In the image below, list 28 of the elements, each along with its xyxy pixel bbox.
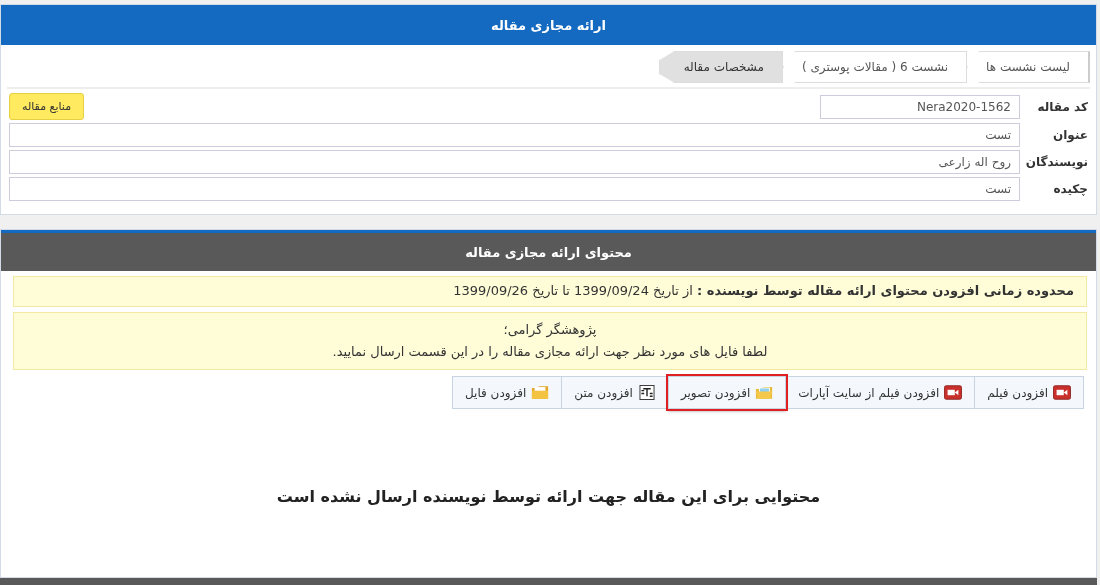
breadcrumb-item[interactable]: لیست نشست ها (967, 51, 1090, 83)
notice-text: لطفا فایل های مورد نظر جهت ارائه مجازی مقاله را در این قسمت ارسال نمایید. (331, 343, 769, 362)
add-button[interactable]: افزودن فیلم از سایت آپارات (785, 376, 976, 409)
breadcrumb-item[interactable]: نشست 6 ( مقالات پوستری ) (782, 51, 968, 83)
breadcrumb-item[interactable]: مشخصات مقاله (658, 51, 783, 83)
date-notice: محدوده زمانی افزودن محتوای ارائه مقاله توسط نویسنده : از تاریخ 1399/09/24 تا تاریخ 1399/09/26 (13, 276, 1087, 307)
text-icon (637, 385, 656, 400)
video-camera-icon (1053, 385, 1071, 400)
folder-icon (531, 385, 550, 400)
panel-title: ارائه مجازی مقاله (491, 17, 606, 33)
empty-message: محتوایی برای این مقاله جهت ارائه توسط نویسنده ارسال نشده است (275, 487, 822, 506)
add-button[interactable]: افزودن فایل (452, 376, 563, 409)
input-field[interactable]: Nera2020-1562 (820, 94, 1020, 119)
input-field[interactable]: تست (9, 123, 1020, 147)
input-field[interactable]: تست (9, 177, 1020, 201)
field-label: کد مقاله (1036, 99, 1088, 114)
field-label: نویسندگان (1024, 155, 1088, 169)
add-button[interactable]: افزودن تصویر (667, 376, 787, 409)
sources-button[interactable]: منابع مقاله (9, 93, 85, 120)
add-button[interactable]: افزودن فیلم (974, 376, 1084, 409)
video-camera-icon (944, 385, 963, 400)
panel-title: محتوای ارائه مجازی مقاله (465, 244, 632, 260)
field-label: چکیده (1052, 182, 1088, 196)
add-button[interactable]: افزودن متن (561, 376, 669, 409)
input-field[interactable]: روح اله زارعی (9, 150, 1020, 174)
field-label: عنوان (1052, 128, 1088, 142)
image-folder-icon (755, 385, 774, 400)
notice-text: پژوهشگر گرامی؛ (502, 321, 598, 340)
